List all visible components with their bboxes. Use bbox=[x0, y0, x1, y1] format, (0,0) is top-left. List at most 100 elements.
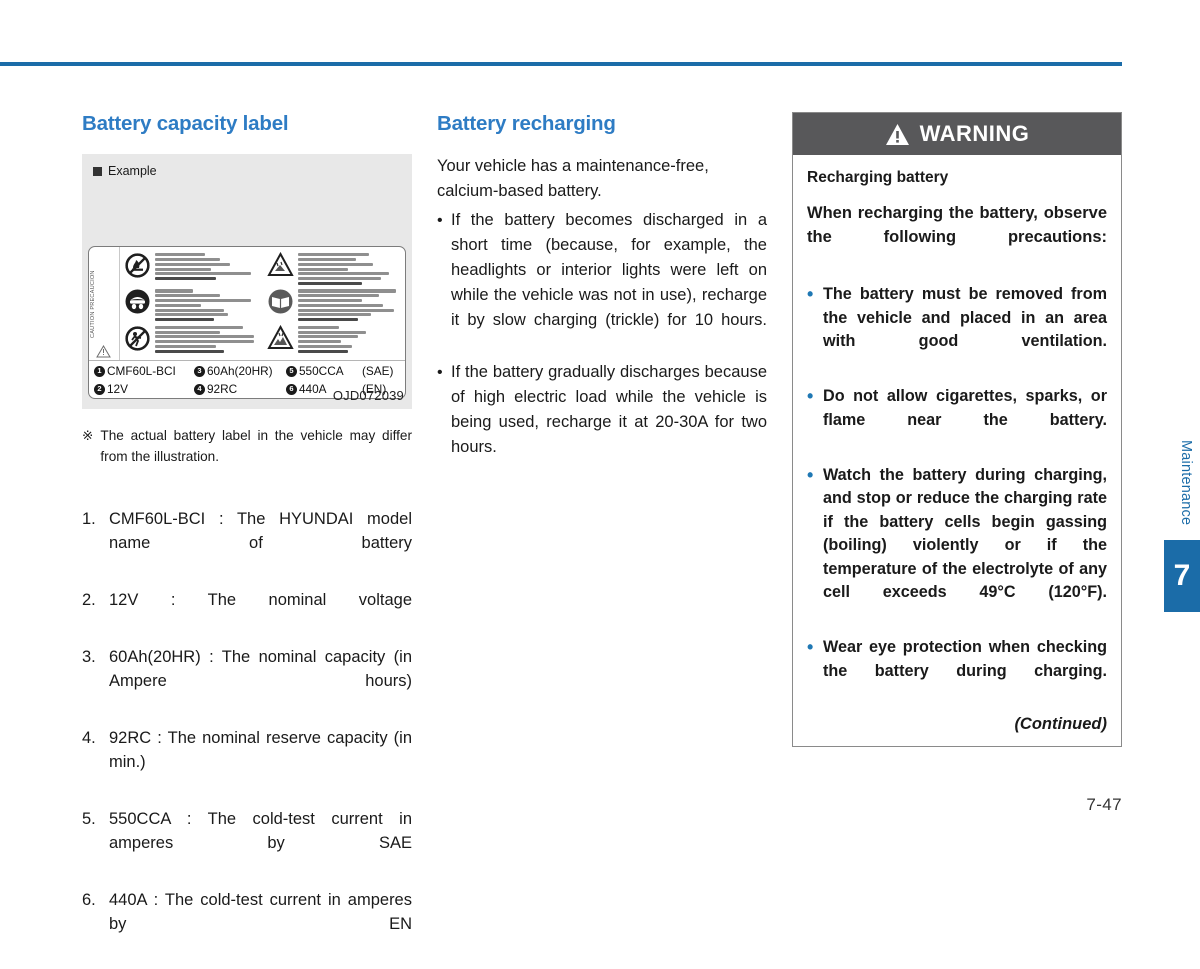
battery-label-legend-list: 1. CMF60L-BCI : The HYUNDAI model name o… bbox=[82, 507, 412, 960]
square-bullet-icon bbox=[93, 166, 102, 176]
figure-example-marker: Example bbox=[93, 164, 157, 178]
battery-label-columns bbox=[120, 247, 405, 360]
spec-number-badge: 3 bbox=[194, 365, 205, 377]
middle-column: Battery recharging Your vehicle has a ma… bbox=[437, 112, 767, 487]
list-item: • Watch the battery during charging, and… bbox=[807, 464, 1107, 629]
list-item-number: 4. bbox=[82, 729, 96, 747]
warning-triangle-icon bbox=[885, 123, 909, 145]
figure-id: OJD072039 bbox=[332, 388, 404, 403]
page-number: 7-47 bbox=[1086, 795, 1122, 814]
list-item: • If the battery becomes discharged in a… bbox=[437, 208, 767, 358]
list-item-text: The battery must be removed from the veh… bbox=[823, 285, 1107, 350]
pictogram-row bbox=[266, 324, 403, 359]
spec-value: 92RC bbox=[207, 382, 238, 396]
manual-page: Battery capacity label Example CAUTION P… bbox=[0, 0, 1200, 933]
read-manual-icon bbox=[267, 288, 294, 315]
note-text: The actual battery label in the vehicle … bbox=[100, 428, 412, 464]
warning-bullet-list: • The battery must be removed from the v… bbox=[807, 283, 1107, 707]
spec-cell: 2 12V bbox=[94, 382, 194, 396]
pictogram-text-lines bbox=[297, 288, 403, 322]
no-flame-no-smoking-icon bbox=[124, 252, 151, 279]
caution-triangle-icon bbox=[96, 345, 111, 358]
spec-value: 60Ah(20HR) bbox=[207, 364, 273, 378]
battery-label-caution-strip: CAUTION PRECAUCION bbox=[89, 247, 120, 360]
list-item-number: 5. bbox=[82, 810, 96, 828]
figure-note: ※ The actual battery label in the vehicl… bbox=[82, 425, 412, 467]
pictogram-row bbox=[124, 288, 260, 322]
pictogram-text-lines bbox=[155, 325, 260, 355]
warning-title: WARNING bbox=[919, 121, 1030, 146]
list-item: 2. 12V : The nominal voltage bbox=[82, 588, 412, 636]
list-item: 5. 550CCA : The cold-test current in amp… bbox=[82, 807, 412, 879]
list-item: 6. 440A : The cold-test current in amper… bbox=[82, 888, 412, 960]
spec-cell: 5 550CCA bbox=[286, 364, 362, 378]
spec-number-badge: 2 bbox=[94, 383, 105, 395]
left-column: Battery capacity label Example CAUTION P… bbox=[82, 112, 412, 969]
list-item-text: Watch the battery during charging, and s… bbox=[823, 465, 1107, 602]
list-item-text: 440A : The cold-test current in amperes … bbox=[109, 891, 412, 933]
spec-value: 12V bbox=[107, 382, 128, 396]
pictogram-column-left bbox=[120, 247, 263, 360]
pictogram-row bbox=[266, 252, 403, 286]
pictogram-text-lines bbox=[297, 252, 403, 286]
page-title-battery-capacity-label: Battery capacity label bbox=[82, 112, 289, 135]
header-rule bbox=[0, 62, 1122, 66]
pictogram-row bbox=[124, 252, 260, 286]
list-item: 4. 92RC : The nominal reserve capacity (… bbox=[82, 726, 412, 798]
list-item-text: Do not allow cigarettes, sparks, or flam… bbox=[823, 387, 1107, 429]
spec-number-badge: 5 bbox=[286, 365, 297, 377]
warning-box: WARNING Recharging battery When rechargi… bbox=[792, 112, 1122, 747]
pictogram-row bbox=[124, 325, 260, 359]
recharging-bullet-list: • If the battery becomes discharged in a… bbox=[437, 208, 767, 485]
battery-label-figure: Example CAUTION PRECAUCION 1 CMF60L-BCI … bbox=[82, 154, 412, 409]
caution-side-text: CAUTION PRECAUCION bbox=[90, 270, 96, 338]
bullet-dot-icon: • bbox=[437, 212, 443, 229]
bullet-dot-icon: • bbox=[807, 637, 814, 657]
list-item-text: Wear eye protection when checking the ba… bbox=[823, 638, 1107, 680]
battery-label-pictogram-area: CAUTION PRECAUCION bbox=[89, 247, 405, 360]
pictogram-text-lines bbox=[155, 288, 260, 322]
battery-label-illustration: CAUTION PRECAUCION 1 CMF60L-BCI 3 60Ah(2… bbox=[88, 246, 406, 399]
side-tab-chapter-number: 7 bbox=[1164, 540, 1200, 612]
list-item: • The battery must be removed from the v… bbox=[807, 283, 1107, 377]
list-item: • If the battery gradually discharges be… bbox=[437, 360, 767, 485]
list-item: 1. CMF60L-BCI : The HYUNDAI model name o… bbox=[82, 507, 412, 579]
right-column: WARNING Recharging battery When rechargi… bbox=[792, 112, 1122, 747]
list-item-number: 6. bbox=[82, 891, 96, 909]
bullet-dot-icon: • bbox=[807, 284, 814, 304]
pictogram-column-right bbox=[263, 247, 406, 360]
list-item-text: 12V : The nominal voltage bbox=[109, 591, 412, 609]
bullet-dot-icon: • bbox=[437, 364, 443, 381]
warning-body: Recharging battery When recharging the b… bbox=[793, 155, 1121, 746]
note-mark-icon: ※ bbox=[82, 428, 94, 443]
list-item: 3. 60Ah(20HR) : The nominal capacity (in… bbox=[82, 645, 412, 717]
list-item-text: 60Ah(20HR) : The nominal capacity (in Am… bbox=[109, 648, 412, 690]
pictogram-text-lines bbox=[297, 325, 403, 355]
list-item: • Wear eye protection when checking the … bbox=[807, 636, 1107, 707]
spec-standard: (SAE) bbox=[362, 364, 394, 378]
intro-paragraph: Your vehicle has a maintenance-free, cal… bbox=[437, 157, 709, 200]
list-item-text: If the battery becomes discharged in a s… bbox=[451, 211, 767, 329]
list-item-number: 2. bbox=[82, 591, 96, 609]
spec-number-badge: 4 bbox=[194, 383, 205, 395]
shield-eyes-icon bbox=[124, 288, 151, 315]
continued-label: (Continued) bbox=[1014, 714, 1107, 733]
list-item: • Do not allow cigarettes, sparks, or fl… bbox=[807, 385, 1107, 456]
side-tab-chapter-label: Maintenance bbox=[1178, 440, 1194, 526]
warning-subtitle: Recharging battery bbox=[807, 169, 949, 186]
spec-number-badge: 6 bbox=[286, 383, 297, 395]
spec-value: 440A bbox=[299, 382, 327, 396]
warning-header: WARNING bbox=[793, 113, 1121, 155]
spec-value: 550CCA bbox=[299, 364, 344, 378]
list-item-number: 3. bbox=[82, 648, 96, 666]
sulfuric-acid-warning-icon bbox=[266, 252, 294, 279]
list-item-text: CMF60L-BCI : The HYUNDAI model name of b… bbox=[109, 510, 412, 552]
list-item-text: If the battery gradually discharges beca… bbox=[451, 363, 767, 456]
bullet-dot-icon: • bbox=[807, 464, 814, 485]
spec-value: CMF60L-BCI bbox=[107, 364, 176, 378]
keep-away-from-children-icon bbox=[124, 325, 151, 352]
pictogram-text-lines bbox=[155, 252, 260, 282]
list-item-text: 550CCA : The cold-test current in ampere… bbox=[109, 810, 412, 852]
explosive-warning-icon bbox=[266, 324, 294, 352]
section-title-battery-recharging: Battery recharging bbox=[437, 112, 616, 135]
